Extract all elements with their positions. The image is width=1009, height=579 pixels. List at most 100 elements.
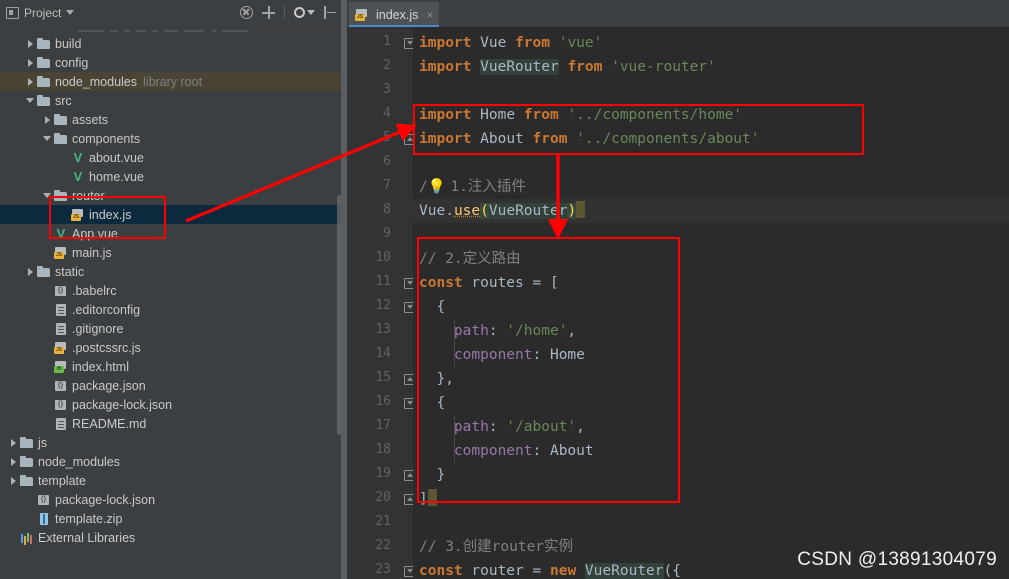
code-line[interactable]: /💡 1.注入插件 [419,175,526,199]
tree-item-node-modules[interactable]: node_modules [0,452,341,471]
tree-spacer [42,342,53,353]
tree-item-label: build [55,37,81,51]
tree-item-home-vue[interactable]: Vhome.vue [0,167,341,186]
tool-window-actions [240,6,343,19]
expand-locate-icon[interactable] [262,6,275,19]
collapse-all-icon[interactable] [240,6,253,19]
tree-spacer [42,304,53,315]
tree-item-about-vue[interactable]: Vabout.vue [0,148,341,167]
chevron-right-icon[interactable] [8,475,19,486]
hide-panel-icon[interactable] [324,6,337,19]
router-folder-highlight-box [49,196,166,239]
text-file-icon [54,304,68,316]
code-line[interactable]: const router = new VueRouter({ [419,559,681,579]
js-file-icon [54,247,68,259]
tree-item-gitignore[interactable]: .gitignore [0,319,341,338]
tree-item-editorconfig[interactable]: .editorconfig [0,300,341,319]
tree-item-sublabel: library root [143,75,202,89]
project-icon [6,7,19,19]
tree-item-main-js[interactable]: main.js [0,243,341,262]
editor-tab-index-js[interactable]: index.js × [349,2,439,27]
chevron-down-icon[interactable] [25,95,36,106]
tree-spacer [25,513,36,524]
chevron-down-icon[interactable] [307,10,315,15]
line-number: 5 [351,130,391,145]
close-icon[interactable]: × [426,8,433,22]
tree-spacer [42,285,53,296]
libraries-icon [20,532,34,544]
chevron-right-icon[interactable] [25,76,36,87]
tree-spacer [59,152,70,163]
tree-item-label: node_modules [38,455,120,469]
line-number: 21 [351,514,391,529]
folder-icon [37,95,51,107]
settings-gear-button[interactable] [294,7,315,18]
folder-icon [54,114,68,126]
folder-icon [54,133,68,145]
chevron-right-icon[interactable] [8,456,19,467]
chevron-right-icon[interactable] [42,114,53,125]
folder-icon [37,38,51,50]
code-line[interactable]: import Vue from 'vue' [419,31,602,55]
chevron-right-icon[interactable] [8,437,19,448]
tree-item-index-html[interactable]: index.html [0,357,341,376]
tree-spacer [59,171,70,182]
project-tree[interactable]: build config node_modules library root src as… [0,34,341,547]
editor-tab-label: index.js [376,8,418,22]
tree-item-package-json[interactable]: package.json [0,376,341,395]
tree-item-postcssrc-js[interactable]: .postcssrc.js [0,338,341,357]
chevron-right-icon[interactable] [25,57,36,68]
tree-item-external-libraries[interactable]: External Libraries [0,528,341,547]
line-number: 2 [351,58,391,73]
chevron-right-icon[interactable] [25,38,36,49]
watermark: CSDN @13891304079 [797,549,997,571]
project-title-button[interactable]: Project [6,6,74,20]
project-tool-window: Project build config node_modules librar… [0,0,347,579]
imports-highlight-box [413,104,864,155]
tree-item-readme-md[interactable]: README.md [0,414,341,433]
code-line[interactable]: import VueRouter from 'vue-router' [419,55,716,79]
chevron-down-icon[interactable] [66,10,74,15]
line-number: 8 [351,202,391,217]
line-number: 16 [351,394,391,409]
tree-item-build[interactable]: build [0,34,341,53]
gear-icon[interactable] [294,7,305,18]
tree-item-babelrc[interactable]: .babelrc [0,281,341,300]
tree-item-template[interactable]: template [0,471,341,490]
tree-spacer [42,418,53,429]
code-line[interactable]: Vue.use(VueRouter) [419,199,585,223]
tree-item-node-modules[interactable]: node_modules library root [0,72,341,91]
code-line[interactable]: // 3.创建router实例 [419,535,573,559]
tree-spacer [8,532,19,543]
tree-item-src[interactable]: src [0,91,341,110]
line-number: 11 [351,274,391,289]
tree-item-js[interactable]: js [0,433,341,452]
zip-file-icon [37,513,51,525]
tree-item-label: .editorconfig [72,303,140,317]
vue-file-icon: V [71,171,85,183]
tree-item-config[interactable]: config [0,53,341,72]
json-file-icon [37,494,51,506]
toolbar-separator [284,6,285,19]
tree-item-label: config [55,56,88,70]
chevron-right-icon[interactable] [25,266,36,277]
tree-item-label: External Libraries [38,531,135,545]
tree-item-label: package-lock.json [72,398,172,412]
line-number: 1 [351,34,391,49]
tree-item-package-lock-json[interactable]: package-lock.json [0,490,341,509]
js-file-icon [355,9,369,21]
tree-item-components[interactable]: components [0,129,341,148]
editor-gutter[interactable]: 1 2 3 4 5 6 7 8 9 10 11 12 13 14 15 16 17 18 19 20 21 22 23 [347,27,413,579]
tree-item-template-zip[interactable]: template.zip [0,509,341,528]
tree-item-label: template [38,474,86,488]
chevron-down-icon[interactable] [42,133,53,144]
line-number: 3 [351,82,391,97]
tree-spacer [42,380,53,391]
tree-item-package-lock-json[interactable]: package-lock.json [0,395,341,414]
tree-item-assets[interactable]: assets [0,110,341,129]
tree-spacer [42,247,53,258]
tree-item-label: .gitignore [72,322,123,336]
tree-spacer [42,399,53,410]
line-number: 18 [351,442,391,457]
tree-item-static[interactable]: static [0,262,341,281]
